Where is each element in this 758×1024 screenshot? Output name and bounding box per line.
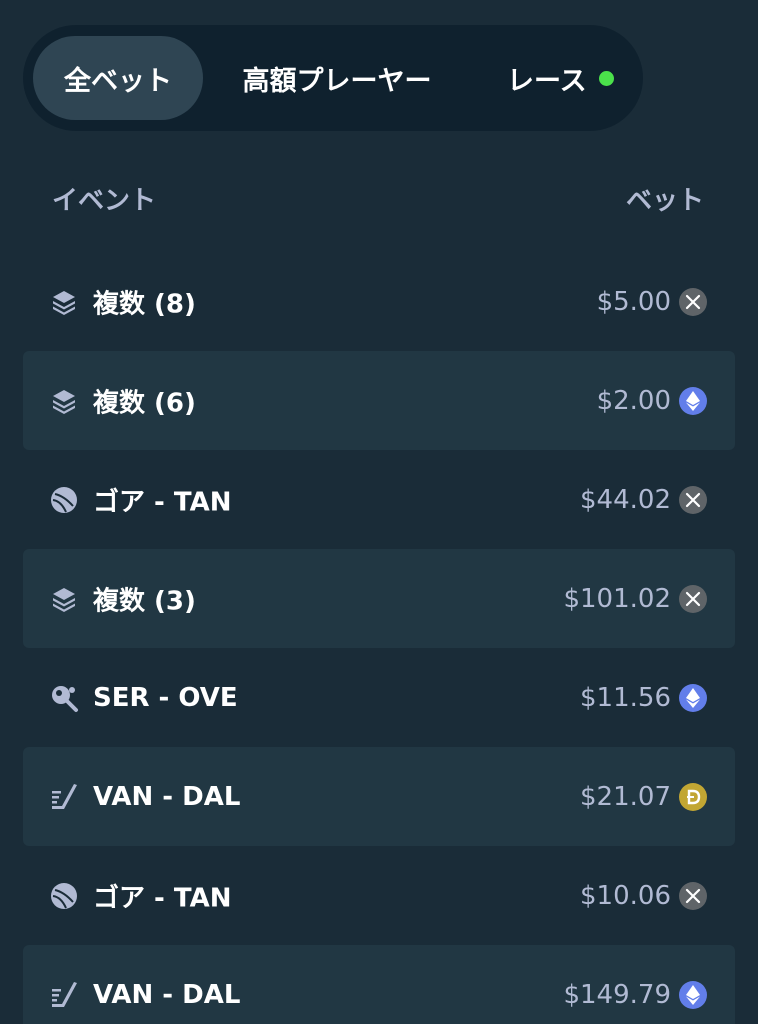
bet-event-name: ゴア - TAN (93, 883, 232, 913)
rugby-ball-icon (49, 881, 79, 911)
layers-icon (49, 386, 79, 416)
xrp-coin-icon (679, 881, 707, 910)
layers-icon (49, 287, 79, 317)
bet-event-name: 複数 (6) (93, 388, 196, 418)
eth-coin-icon (679, 980, 707, 1009)
bets-list: 複数 (8) $5.00 複数 (6) $2.00 ゴア - TAN $44.02 複数 (… (23, 252, 735, 1024)
bet-amount: $2.00 (596, 385, 671, 416)
bet-event-name: 複数 (3) (93, 586, 196, 616)
bet-amount: $44.02 (580, 484, 671, 515)
bet-event-name: 複数 (8) (93, 289, 196, 319)
layers-icon (49, 584, 79, 614)
xrp-coin-icon (679, 584, 707, 613)
bet-amount: $10.06 (580, 880, 671, 911)
hockey-stick-icon (49, 980, 79, 1010)
bet-amount: $21.07 (580, 781, 671, 812)
tab-race[interactable]: レース (485, 36, 635, 120)
bet-event-name: VAN - DAL (93, 979, 241, 1010)
bet-row[interactable]: SER - OVE $11.56 (23, 648, 735, 747)
doge-coin-icon (679, 782, 707, 811)
bet-amount: $101.02 (563, 583, 671, 614)
tab-high-rollers-label: 高額プレーヤー (242, 65, 432, 97)
bet-amount: $11.56 (580, 682, 671, 713)
tab-all-bets[interactable]: 全ベット (33, 36, 203, 120)
bet-event-name: SER - OVE (93, 682, 238, 713)
table-tennis-icon (49, 683, 79, 713)
tab-all-bets-label: 全ベット (64, 65, 172, 97)
live-indicator-dot (598, 70, 614, 86)
bet-row[interactable]: VAN - DAL $21.07 (23, 747, 735, 846)
eth-coin-icon (679, 683, 707, 712)
bet-event-name: ゴア - TAN (93, 487, 232, 517)
bet-amount: $5.00 (596, 286, 671, 317)
eth-coin-icon (679, 386, 707, 415)
hockey-stick-icon (49, 782, 79, 812)
xrp-coin-icon (679, 287, 707, 316)
bet-row[interactable]: VAN - DAL $149.79 (23, 945, 735, 1024)
bet-row[interactable]: 複数 (3) $101.02 (23, 549, 735, 648)
page: 全ベット 高額プレーヤー レース イベント ベット 複数 (8) $5.00 複数 … (0, 0, 758, 1024)
column-header-bet: ベット (625, 186, 704, 216)
bet-event-name: VAN - DAL (93, 781, 241, 812)
xrp-coin-icon (679, 485, 707, 514)
bet-tabs: 全ベット 高額プレーヤー レース (23, 25, 643, 131)
tab-race-label: レース (507, 65, 587, 97)
rugby-ball-icon (49, 485, 79, 515)
column-header-event: イベント (52, 186, 157, 216)
bet-row[interactable]: ゴア - TAN $44.02 (23, 450, 735, 549)
tab-high-rollers[interactable]: 高額プレーヤー (221, 36, 453, 120)
bet-row[interactable]: 複数 (8) $5.00 (23, 252, 735, 351)
bet-amount: $149.79 (563, 979, 671, 1010)
bet-row[interactable]: 複数 (6) $2.00 (23, 351, 735, 450)
bet-row[interactable]: ゴア - TAN $10.06 (23, 846, 735, 945)
